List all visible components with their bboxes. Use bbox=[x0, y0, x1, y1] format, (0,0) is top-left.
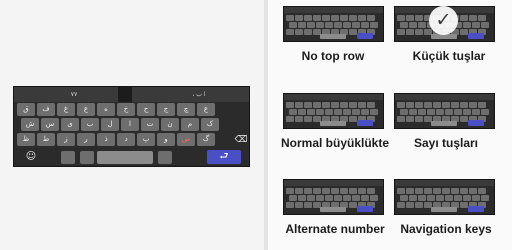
option-normal-size[interactable]: Normal büyüklükte bbox=[268, 93, 390, 173]
thumbnail-enter bbox=[468, 33, 484, 39]
space-key[interactable] bbox=[97, 151, 153, 164]
key[interactable]: ظ bbox=[17, 133, 35, 146]
thumbnail-enter bbox=[357, 120, 373, 126]
key[interactable]: ق bbox=[17, 103, 35, 116]
option-no-top-row[interactable]: No top row bbox=[268, 6, 390, 86]
thumbnail-top-row bbox=[284, 180, 383, 186]
option-alternate-number[interactable]: Alternate number bbox=[268, 179, 390, 250]
thumbnail-space bbox=[320, 207, 346, 212]
thumbnail-top-row bbox=[395, 94, 494, 100]
keyboard-preview[interactable]: ٧٧ ، ا ب ق ف غ ع ه خ ح ج چ ع ش س ی ب ل ا… bbox=[13, 86, 250, 167]
key[interactable]: ح bbox=[137, 103, 155, 116]
key[interactable]: و bbox=[157, 133, 175, 146]
key-row-2: ش س ی ب ل ا ت ن م ک bbox=[21, 118, 219, 131]
key[interactable]: چ bbox=[177, 103, 195, 116]
thumbnail-key-row bbox=[286, 15, 375, 21]
thumbnail-key-row bbox=[286, 102, 375, 108]
thumbnail-key-row bbox=[286, 188, 375, 194]
thumbnail-space bbox=[320, 121, 346, 126]
key[interactable]: گ bbox=[197, 133, 215, 146]
thumbnail-key-row bbox=[400, 195, 489, 201]
key[interactable]: ذ bbox=[97, 133, 115, 146]
thumbnail-enter bbox=[468, 206, 484, 212]
thumbnail-key-row bbox=[289, 109, 378, 115]
key[interactable]: غ bbox=[57, 103, 75, 116]
thumbnail-key-row bbox=[397, 102, 486, 108]
key[interactable]: ع bbox=[77, 103, 95, 116]
thumbnail-space bbox=[431, 207, 457, 212]
key[interactable]: م bbox=[181, 118, 199, 131]
key[interactable]: ل bbox=[101, 118, 119, 131]
thumbnail-enter bbox=[357, 206, 373, 212]
key[interactable]: ه bbox=[97, 103, 115, 116]
thumbnail-space bbox=[320, 34, 346, 39]
thumbnail-top-row bbox=[395, 180, 494, 186]
key[interactable]: ن bbox=[161, 118, 179, 131]
key[interactable]: ج bbox=[157, 103, 175, 116]
top-row-divider bbox=[118, 87, 132, 102]
emoji-icon[interactable]: ☺ bbox=[24, 150, 38, 164]
key[interactable]: ف bbox=[37, 103, 55, 116]
key[interactable]: س bbox=[41, 118, 59, 131]
checkmark-icon: ✓ bbox=[429, 6, 458, 35]
option-navigation-keys[interactable]: Navigation keys bbox=[379, 179, 501, 250]
option-label: Küçük tuşlar bbox=[412, 49, 486, 63]
key-row-3: ظ ط ز ر ذ د پ و ض گ bbox=[17, 133, 215, 146]
keyboard-thumbnail bbox=[394, 179, 495, 215]
keyboard-thumbnail bbox=[394, 93, 495, 129]
key-highlighted[interactable]: ض bbox=[177, 133, 195, 146]
key[interactable]: پ bbox=[137, 133, 155, 146]
key[interactable]: ک bbox=[201, 118, 219, 131]
thumbnail-top-row bbox=[284, 94, 383, 100]
key[interactable] bbox=[80, 151, 94, 164]
key[interactable]: د bbox=[117, 133, 135, 146]
key[interactable]: ز bbox=[57, 133, 75, 146]
thumbnail-key-row bbox=[400, 109, 489, 115]
thumbnail-enter bbox=[468, 120, 484, 126]
keyboard-thumbnail bbox=[283, 93, 384, 129]
key[interactable]: ر bbox=[77, 133, 95, 146]
thumbnail-key-row bbox=[397, 188, 486, 194]
thumbnail-space bbox=[431, 121, 457, 126]
backspace-icon[interactable]: ⌫ bbox=[234, 135, 248, 145]
thumbnail-key-row bbox=[289, 22, 378, 28]
key[interactable]: ت bbox=[141, 118, 159, 131]
thumbnail-key-row bbox=[289, 195, 378, 201]
top-row-right-label[interactable]: ، ا ب bbox=[164, 87, 234, 102]
thumbnail-top-row bbox=[284, 7, 383, 13]
option-label: Navigation keys bbox=[400, 222, 492, 236]
key[interactable] bbox=[158, 151, 172, 164]
keyboard-top-row: ٧٧ ، ا ب bbox=[14, 87, 249, 102]
key[interactable]: ا bbox=[121, 118, 139, 131]
key[interactable]: ش bbox=[21, 118, 39, 131]
key[interactable] bbox=[61, 151, 75, 164]
option-label: Sayı tuşları bbox=[413, 136, 479, 150]
key-row-1: ق ف غ ع ه خ ح ج چ ع bbox=[17, 103, 215, 116]
key[interactable]: ب bbox=[81, 118, 99, 131]
key[interactable]: ع bbox=[197, 103, 215, 116]
keyboard-thumbnail bbox=[283, 6, 384, 42]
enter-key[interactable]: ⮐ bbox=[207, 150, 241, 164]
keyboard-thumbnail bbox=[283, 179, 384, 215]
thumbnail-enter bbox=[357, 33, 373, 39]
option-number-keys[interactable]: Sayı tuşları bbox=[379, 93, 501, 173]
key[interactable]: ی bbox=[61, 118, 79, 131]
key[interactable]: ط bbox=[37, 133, 55, 146]
top-row-left-label[interactable]: ٧٧ bbox=[34, 87, 114, 102]
key[interactable]: خ bbox=[117, 103, 135, 116]
